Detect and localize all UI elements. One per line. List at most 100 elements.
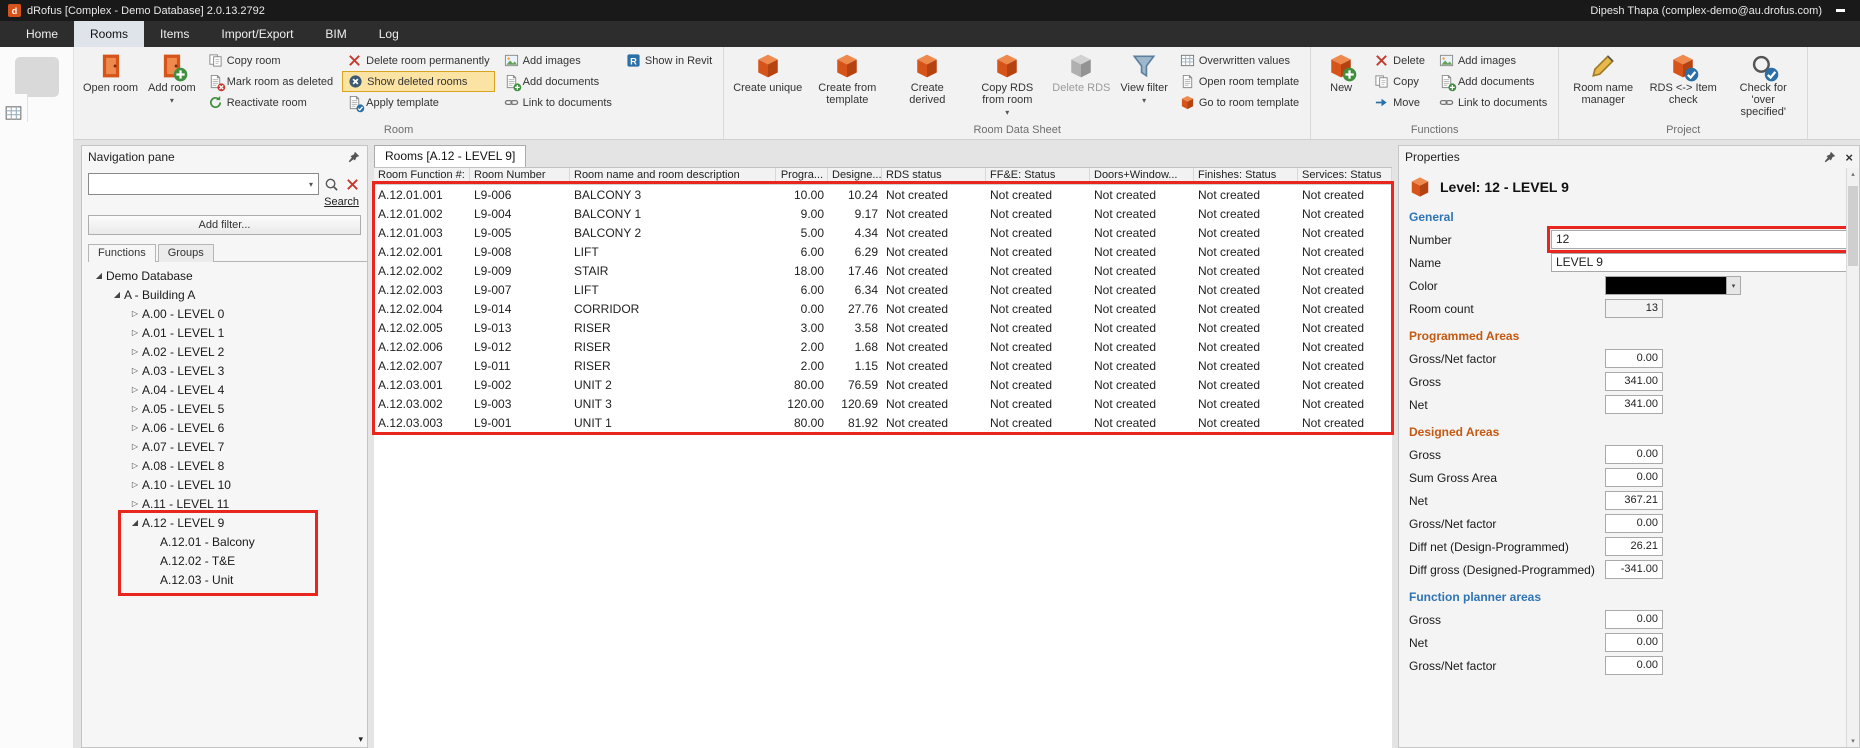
- column-header-rds-status[interactable]: RDS status: [882, 168, 986, 184]
- column-header-finishes-status[interactable]: Finishes: Status: [1194, 168, 1298, 184]
- menu-tab-bim[interactable]: BIM: [309, 21, 362, 47]
- tree-node-a-04-level-4[interactable]: ▷A.04 - LEVEL 4: [82, 380, 367, 399]
- tree-node-a-11-level-11[interactable]: ▷A.11 - LEVEL 11: [82, 494, 367, 513]
- gross-net-factor-field[interactable]: 0.00: [1605, 514, 1663, 533]
- properties-scrollbar[interactable]: ▴ ▾: [1846, 168, 1859, 747]
- column-header-designe[interactable]: Designe...: [828, 168, 882, 184]
- add-documents-button[interactable]: Add documents: [499, 71, 617, 92]
- tree-node-demo-database[interactable]: ◢Demo Database: [82, 266, 367, 285]
- room-row-a-12-02-004[interactable]: A.12.02.004L9-014CORRIDOR0.0027.76Not cr…: [374, 299, 1392, 318]
- copy-room-button[interactable]: Copy room: [203, 50, 338, 71]
- add-filter-button[interactable]: Add filter...: [88, 215, 361, 235]
- room-row-a-12-03-001[interactable]: A.12.03.001L9-002UNIT 280.0076.59Not cre…: [374, 375, 1392, 394]
- room-row-a-12-02-007[interactable]: A.12.02.007L9-011RISER2.001.15Not create…: [374, 356, 1392, 375]
- gross-field[interactable]: 0.00: [1605, 610, 1663, 629]
- room-row-a-12-02-002[interactable]: A.12.02.002L9-009STAIR18.0017.46Not crea…: [374, 261, 1392, 280]
- menu-tab-rooms[interactable]: Rooms: [74, 21, 144, 47]
- name-field[interactable]: LEVEL 9: [1551, 253, 1847, 272]
- systems-sidebar-button[interactable]: [15, 213, 59, 253]
- room-row-a-12-02-006[interactable]: A.12.02.006L9-012RISER2.001.68Not create…: [374, 337, 1392, 356]
- room-count-field[interactable]: 13: [1605, 299, 1663, 318]
- rds-item-check-button[interactable]: RDS <-> Item check: [1644, 49, 1722, 108]
- search-icon[interactable]: [322, 175, 340, 193]
- net-field[interactable]: 341.00: [1605, 395, 1663, 414]
- diff-net-design-programmed-field[interactable]: 26.21: [1605, 537, 1663, 556]
- menu-tab-log[interactable]: Log: [363, 21, 415, 47]
- add-images-button[interactable]: Add images: [1434, 50, 1552, 71]
- expand-icon[interactable]: ▷: [128, 385, 142, 394]
- create-unique-button[interactable]: Create unique: [729, 49, 806, 96]
- expand-icon[interactable]: ▷: [128, 442, 142, 451]
- search-link[interactable]: Search: [324, 196, 359, 208]
- expand-icon[interactable]: ▷: [128, 461, 142, 470]
- search-input[interactable]: [89, 177, 304, 191]
- column-header-doors-window[interactable]: Doors+Window...: [1090, 168, 1194, 184]
- collapse-icon[interactable]: ◢: [110, 290, 124, 299]
- open-room-button[interactable]: Open room: [79, 49, 142, 96]
- pin-icon[interactable]: [347, 150, 361, 164]
- nav-tab-groups[interactable]: Groups: [158, 244, 214, 262]
- column-header-ff-e-status[interactable]: FF&E: Status: [986, 168, 1090, 184]
- gross-field[interactable]: 341.00: [1605, 372, 1663, 391]
- expand-icon[interactable]: ▷: [128, 309, 142, 318]
- scroll-down-icon[interactable]: ▾: [358, 734, 363, 745]
- tree-node-a-02-level-2[interactable]: ▷A.02 - LEVEL 2: [82, 342, 367, 361]
- log-sidebar-button[interactable]: [15, 525, 59, 565]
- net-field[interactable]: 0.00: [1605, 633, 1663, 652]
- link-to-documents-button[interactable]: Link to documents: [499, 92, 617, 113]
- room-name-manager-button[interactable]: Room name manager: [1564, 49, 1642, 108]
- home-sidebar-button[interactable]: [15, 57, 59, 97]
- menu-tab-items[interactable]: Items: [144, 21, 205, 47]
- gross-net-factor-field[interactable]: 0.00: [1605, 349, 1663, 368]
- menu-tab-import-export[interactable]: Import/Export: [205, 21, 309, 47]
- tree-node-a-08-level-8[interactable]: ▷A.08 - LEVEL 8: [82, 456, 367, 475]
- copy-rds-from-room-button[interactable]: Copy RDS from room▾: [968, 49, 1046, 121]
- new-button[interactable]: New: [1316, 49, 1366, 96]
- column-header-room-function[interactable]: Room Function #:: [374, 168, 470, 184]
- delete-button[interactable]: Delete: [1369, 50, 1430, 71]
- minimize-button[interactable]: [1828, 9, 1852, 12]
- tree-node-a-12-02-t-e[interactable]: A.12.02 - T&E: [82, 551, 367, 570]
- expand-icon[interactable]: ▷: [128, 328, 142, 337]
- documents-sidebar-button[interactable]: [15, 265, 59, 305]
- reactivate-room-button[interactable]: Reactivate room: [203, 92, 338, 113]
- tree-node-a-01-level-1[interactable]: ▷A.01 - LEVEL 1: [82, 323, 367, 342]
- tree-node-a-07-level-7[interactable]: ▷A.07 - LEVEL 7: [82, 437, 367, 456]
- mark-room-as-deleted-button[interactable]: Mark room as deleted: [203, 71, 338, 92]
- add-images-button[interactable]: Add images: [499, 50, 617, 71]
- show-deleted-rooms-button[interactable]: Show deleted rooms: [342, 71, 495, 92]
- copy-button[interactable]: Copy: [1369, 71, 1430, 92]
- expand-icon[interactable]: ▷: [128, 404, 142, 413]
- expand-icon[interactable]: ▷: [128, 423, 142, 432]
- clear-search-icon[interactable]: [343, 175, 361, 193]
- room-row-a-12-03-002[interactable]: A.12.03.002L9-003UNIT 3120.00120.69Not c…: [374, 394, 1392, 413]
- column-header-services-status[interactable]: Services: Status: [1298, 168, 1392, 184]
- overwritten-values-button[interactable]: Overwritten values: [1175, 50, 1304, 71]
- tree-node-a-03-level-3[interactable]: ▷A.03 - LEVEL 3: [82, 361, 367, 380]
- room-row-a-12-01-003[interactable]: A.12.01.003L9-005BALCONY 25.004.34Not cr…: [374, 223, 1392, 242]
- view-filter-button[interactable]: View filter▾: [1116, 49, 1171, 109]
- expand-icon[interactable]: ▷: [128, 499, 142, 508]
- expand-icon[interactable]: ▷: [128, 347, 142, 356]
- nav-tab-functions[interactable]: Functions: [88, 244, 156, 262]
- open-room-template-button[interactable]: Open room template: [1175, 71, 1304, 92]
- reports-sidebar-button[interactable]: [15, 473, 59, 513]
- number-field[interactable]: 12: [1551, 230, 1847, 249]
- tree-node-a-12-level-9[interactable]: ◢A.12 - LEVEL 9: [82, 513, 367, 532]
- color-dropdown[interactable]: ▾: [1605, 276, 1741, 295]
- column-header-progra[interactable]: Progra...: [776, 168, 828, 184]
- room-row-a-12-02-001[interactable]: A.12.02.001L9-008LIFT6.006.29Not created…: [374, 242, 1392, 261]
- search-dropdown-caret-icon[interactable]: ▾: [304, 180, 318, 189]
- collapse-icon[interactable]: ◢: [128, 518, 142, 527]
- scrollbar-thumb[interactable]: [1848, 186, 1858, 266]
- gross-field[interactable]: 0.00: [1605, 445, 1663, 464]
- link-to-documents-button[interactable]: Link to documents: [1434, 92, 1552, 113]
- rooms-document-tab[interactable]: Rooms [A.12 - LEVEL 9]: [374, 145, 526, 167]
- add-room-button[interactable]: Add room▾: [144, 49, 200, 109]
- tree-node-a-building-a[interactable]: ◢A - Building A: [82, 285, 367, 304]
- scroll-up-icon[interactable]: ▴: [1847, 170, 1859, 178]
- column-header-room-number[interactable]: Room Number: [470, 168, 570, 184]
- room-row-a-12-01-001[interactable]: A.12.01.001L9-006BALCONY 310.0010.24Not …: [374, 185, 1392, 204]
- scroll-down-icon[interactable]: ▾: [1847, 737, 1859, 745]
- database-sidebar-button[interactable]: [15, 317, 59, 357]
